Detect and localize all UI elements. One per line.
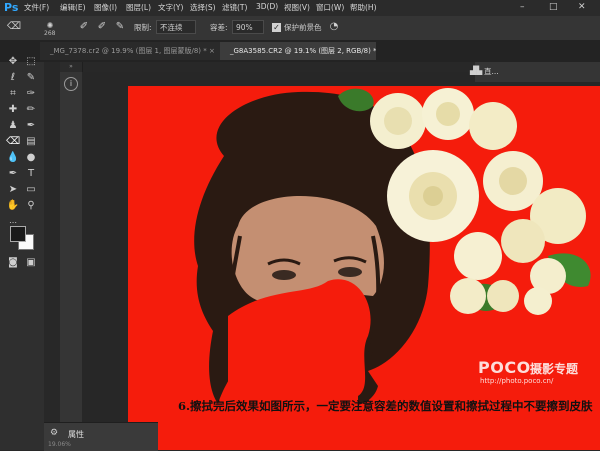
crop-tool-icon[interactable]: ⌗ [6,87,20,101]
dock-collapse-icon[interactable]: » [60,62,82,72]
quick-mask-icon[interactable]: ◙ [6,256,20,270]
menu-file[interactable]: 文件(F) [24,2,49,13]
menu-help[interactable]: 帮助(H) [350,2,377,13]
menu-window[interactable]: 窗口(W) [316,2,344,13]
menu-layer[interactable]: 图层(L) [126,2,151,13]
portrait-photo [194,88,591,450]
protect-foreground-checkbox[interactable]: ✓ [272,23,281,32]
hand-tool-icon[interactable]: ✋ [6,199,20,213]
foreground-color-swatch[interactable] [10,226,26,242]
sampling-once-icon[interactable]: ✐ [94,19,110,35]
close-window-button[interactable]: ✕ [578,2,586,12]
blur-tool-icon[interactable]: 💧 [6,151,20,165]
properties-label: 属性 [68,430,84,439]
lasso-tool-icon[interactable]: ℓ [6,71,20,85]
menu-3d[interactable]: 3D(D) [256,2,278,11]
screen-mode-icon[interactable]: ▣ [24,256,38,270]
info-icon[interactable]: i [64,77,78,91]
tutorial-caption: 6.擦拭完后效果如图所示，一定要注意容差的数值设置和擦拭过程中不要擦到皮肤 [178,399,593,413]
menu-view[interactable]: 视图(V) [284,2,310,13]
poco-watermark: POCO [478,358,531,377]
eraser-tool-icon[interactable]: ⌫ [6,135,20,149]
brush-tool-icon[interactable]: ✏ [24,103,38,117]
photoshop-logo: Ps [4,1,19,14]
marquee-tool-icon[interactable]: ⬚ [24,55,38,69]
tab-label: _MG_7378.cr2 @ 19.9% (图层 1, 图层蒙版/8) * [50,47,207,55]
tab-document-2[interactable]: _G8A3585.CR2 @ 19.1% (图层 2, RGB/8) * × [220,42,376,60]
pressure-icon[interactable]: ◔ [326,19,342,35]
dodge-tool-icon[interactable]: ● [24,151,38,165]
protect-foreground-label: 保护前景色 [284,23,322,32]
gradient-tool-icon[interactable]: ▤ [24,135,38,149]
menu-filter[interactable]: 滤镜(T) [222,2,247,13]
menu-edit[interactable]: 编辑(E) [60,2,86,13]
poco-watermark-url: http://photo.poco.cn/ [480,377,554,385]
panel-dock [60,62,83,450]
tab-label: _G8A3585.CR2 @ 19.1% (图层 2, RGB/8) * [230,47,376,55]
menu-type[interactable]: 文字(Y) [158,2,183,13]
move-tool-icon[interactable]: ✥ [6,55,20,69]
tolerance-input[interactable]: 90% [232,20,264,34]
histogram-label: 直... [484,67,499,76]
history-brush-tool-icon[interactable]: ✒ [24,119,38,133]
histogram-icon: ▟▙ [470,66,483,75]
tab-close-icon[interactable]: × [209,47,215,55]
menu-image[interactable]: 图像(I) [94,2,117,13]
eyedropper-tool-icon[interactable]: ✑ [24,87,38,101]
brush-size-value: 268 [44,30,56,37]
minimize-button[interactable]: – [520,2,525,12]
quick-select-tool-icon[interactable]: ✎ [24,71,38,85]
type-tool-icon[interactable]: T [24,167,38,181]
menu-select[interactable]: 选择(S) [190,2,216,13]
maximize-button[interactable]: □ [549,2,558,12]
tolerance-label: 容差: [210,23,228,32]
sampling-background-icon[interactable]: ✎ [112,19,128,35]
status-zoom: 19.06% [48,441,71,448]
tool-preset-icon[interactable]: ⌫ [6,19,22,35]
limits-label: 限制: [134,23,152,32]
tab-document-1[interactable]: _MG_7378.cr2 @ 19.9% (图层 1, 图层蒙版/8) * × [40,42,220,60]
healing-tool-icon[interactable]: ✚ [6,103,20,117]
document-canvas[interactable] [128,86,600,450]
pen-tool-icon[interactable]: ✒ [6,167,20,181]
properties-icon: ⚙ [50,428,59,438]
limits-select[interactable]: 不连续 [156,20,196,34]
poco-watermark-cn: 摄影专题 [530,362,579,376]
path-select-tool-icon[interactable]: ➤ [6,183,20,197]
zoom-tool-icon[interactable]: ⚲ [24,199,38,213]
stamp-tool-icon[interactable]: ♟ [6,119,20,133]
shape-tool-icon[interactable]: ▭ [24,183,38,197]
sampling-continuous-icon[interactable]: ✐ [76,19,92,35]
